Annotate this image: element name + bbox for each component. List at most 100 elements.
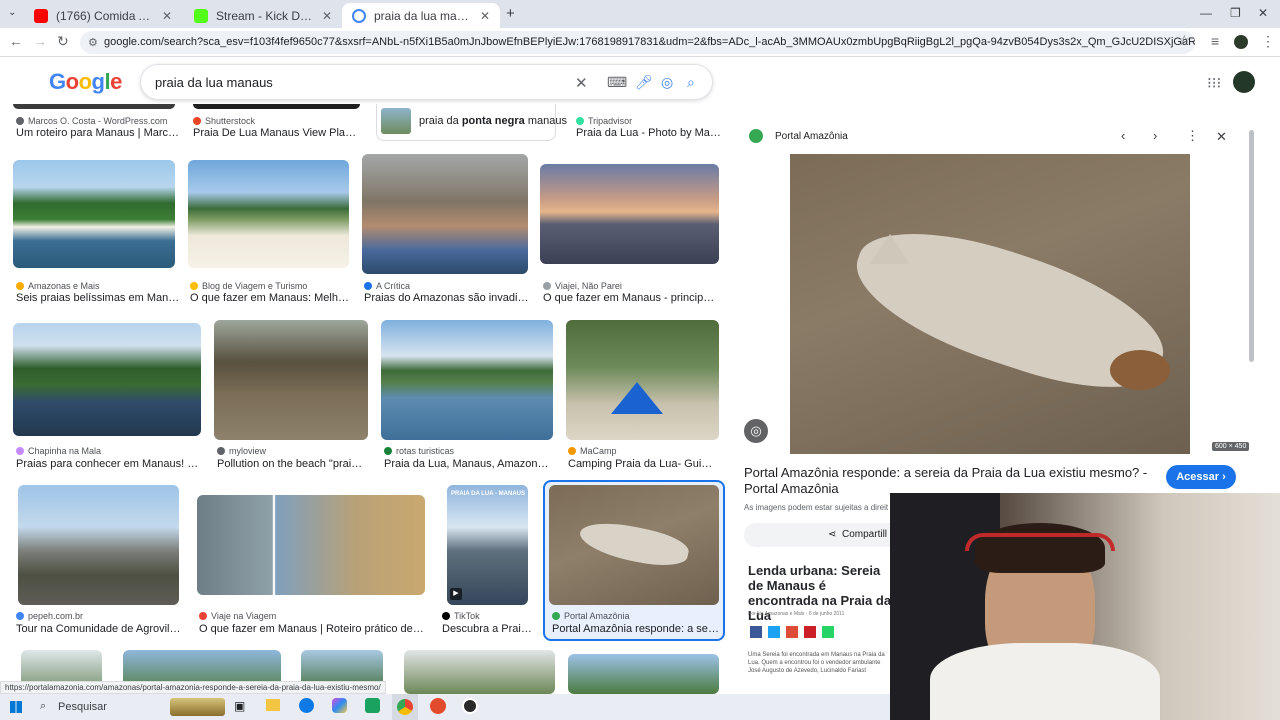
result-source[interactable]: TikTok [442,611,532,621]
result-source[interactable]: Viajei, Não Parei [543,281,718,291]
minimize-button[interactable]: — [1200,6,1212,20]
apps-icon[interactable]: ⁝⁝⁝ [1207,74,1221,92]
result-source[interactable]: Viaje na Viagem [199,611,424,621]
result-source[interactable]: Portal Amazônia [552,611,720,621]
image-thumbnail[interactable] [214,320,368,440]
close-window-button[interactable]: ✕ [1258,6,1268,20]
search-box[interactable]: praia da lua manaus ✕ ⌨ 🎤︎ ◎ ⌕ [140,64,713,100]
image-thumbnail[interactable] [540,164,719,264]
result-source[interactable]: Chapinha na Mala [16,446,201,456]
image-thumbnail[interactable]: PRAIA DA LUA - MANAUS ▶ [447,485,528,605]
tab-google-search[interactable]: praia da lua manaus - Pesquisa ✕ [342,3,500,28]
result-caption[interactable]: Praias para conhecer em Manaus! - Cha... [16,458,201,470]
menu-icon[interactable]: ⋮ [1261,33,1275,50]
image-thumbnail[interactable] [188,160,349,268]
image-thumbnail[interactable] [18,485,179,605]
result-caption[interactable]: O que fazer em Manaus - principais p... [543,292,718,304]
image-thumbnail[interactable] [404,650,555,694]
result-caption[interactable]: Descubra a Praia ... [442,623,532,635]
result-source[interactable]: myloview [217,446,367,456]
image-thumbnail[interactable] [13,323,201,436]
next-icon[interactable]: › [1153,128,1157,143]
previous-icon[interactable]: ‹ [1121,128,1125,143]
tab-youtube[interactable]: (1766) Comida Americana - FIV ✕ [24,3,182,28]
mic-icon[interactable]: 🎤︎ [635,74,653,91]
result-source[interactable]: Shutterstock [193,116,358,126]
result-source[interactable]: pepeh.com.br [16,611,181,621]
result-caption[interactable]: O que fazer em Manaus | Roteiro prático … [199,623,424,635]
forward-icon[interactable]: → [33,33,47,49]
image-thumbnail[interactable] [362,154,528,274]
lens-search-icon[interactable]: ◎ [744,419,768,443]
image-thumbnail[interactable] [549,485,719,605]
clear-icon[interactable]: ✕ [575,74,588,92]
result-caption[interactable]: Camping Praia da Lua- Guia e A... [568,458,718,470]
result-caption[interactable]: Praia da Lua - Photo by Marce... [576,127,721,139]
windows-start-icon[interactable] [10,701,22,713]
share-button[interactable]: ⋖ Compartill [744,523,914,547]
tab-search-icon[interactable]: ⌄ [8,7,16,18]
store-icon[interactable] [365,698,380,713]
image-thumbnail[interactable] [566,320,719,440]
keyboard-icon[interactable]: ⌨ [607,74,627,91]
lens-icon[interactable]: ◎ [661,74,673,91]
taskbar-active-app[interactable] [392,694,418,720]
result-source[interactable]: Marcos O. Costa - WordPress.com [16,116,181,126]
result-source[interactable]: Amazonas e Mais [16,281,181,291]
reload-icon[interactable]: ↻ [57,33,69,50]
panel-source[interactable]: Portal Amazônia [775,131,848,142]
task-view-icon[interactable]: ▣ [234,699,245,713]
result-caption[interactable]: Pollution on the beach "praia da... [217,458,367,470]
image-thumbnail[interactable] [197,495,425,595]
google-logo[interactable]: Google [49,69,122,95]
related-search-chip[interactable]: praia da ponta negra manaus [376,104,567,141]
result-source[interactable]: Tripadvisor [576,116,721,126]
app-icon[interactable] [430,698,446,714]
result-source[interactable]: Blog de Viagem e Turismo [190,281,355,291]
result-caption[interactable]: Tour na Comunidade de Agrovila e ... [16,623,181,635]
media-icon[interactable]: ≡ [1211,33,1219,49]
result-caption[interactable]: Praia da Lua, Manaus, Amazonas, F... [384,458,554,470]
result-caption[interactable]: O que fazer em Manaus: Melhore... [190,292,355,304]
image-thumbnail[interactable] [13,160,175,268]
image-thumbnail[interactable] [381,320,553,440]
image-thumbnail[interactable] [568,654,719,694]
obs-icon[interactable] [462,698,478,714]
result-caption[interactable]: Um roteiro para Manaus | Marcos ... [16,127,181,139]
result-source[interactable]: rotas turisticas [384,446,554,456]
taskbar-search-label[interactable]: Pesquisar [58,701,107,713]
visit-button[interactable]: Acessar › [1166,465,1236,489]
address-bar[interactable]: ⚙ google.com/search?sca_esv=f103f4fef965… [80,31,1195,54]
search-icon[interactable]: ⌕ [687,74,695,91]
close-icon[interactable]: ✕ [480,9,490,23]
search-highlight-image[interactable] [170,698,225,716]
back-icon[interactable]: ← [9,33,23,49]
result-source[interactable]: MaCamp [568,446,718,456]
site-info-icon[interactable]: ⚙ [88,36,98,49]
more-options-icon[interactable]: ⋮ [1186,128,1199,144]
copilot-icon[interactable] [332,698,347,713]
image-thumbnail[interactable] [13,104,175,109]
file-explorer-icon[interactable] [266,699,280,711]
search-icon[interactable]: ⌕ [40,700,46,713]
close-icon[interactable]: ✕ [322,9,332,23]
bookmark-star-icon[interactable]: ☆ [1178,32,1191,49]
result-caption[interactable]: Seis praias belíssimas em Manau... [16,292,181,304]
edge-icon[interactable] [299,698,314,713]
result-caption[interactable]: Portal Amazônia responde: a sereia ... [552,623,720,635]
account-avatar[interactable] [1233,71,1255,93]
result-caption[interactable]: Praia De Lua Manaus View Plane St... [193,127,358,139]
related-article-preview[interactable]: Lenda urbana: Sereia de Manaus é encontr… [744,555,894,680]
panel-scrollbar[interactable] [1249,130,1254,362]
result-caption[interactable]: Praias do Amazonas são invadidas... [364,292,529,304]
search-input[interactable]: praia da lua manaus [155,75,273,90]
close-icon[interactable]: ✕ [162,9,172,23]
close-panel-icon[interactable]: ✕ [1216,129,1227,145]
restore-button[interactable]: ❐ [1230,6,1241,20]
profile-avatar[interactable] [1234,35,1248,49]
result-source[interactable]: A Crítica [364,281,529,291]
image-thumbnail[interactable] [193,104,360,109]
tab-kick[interactable]: Stream - Kick Dashboard ✕ [184,3,342,28]
preview-image[interactable] [790,154,1190,454]
new-tab-button[interactable]: + [506,5,515,22]
